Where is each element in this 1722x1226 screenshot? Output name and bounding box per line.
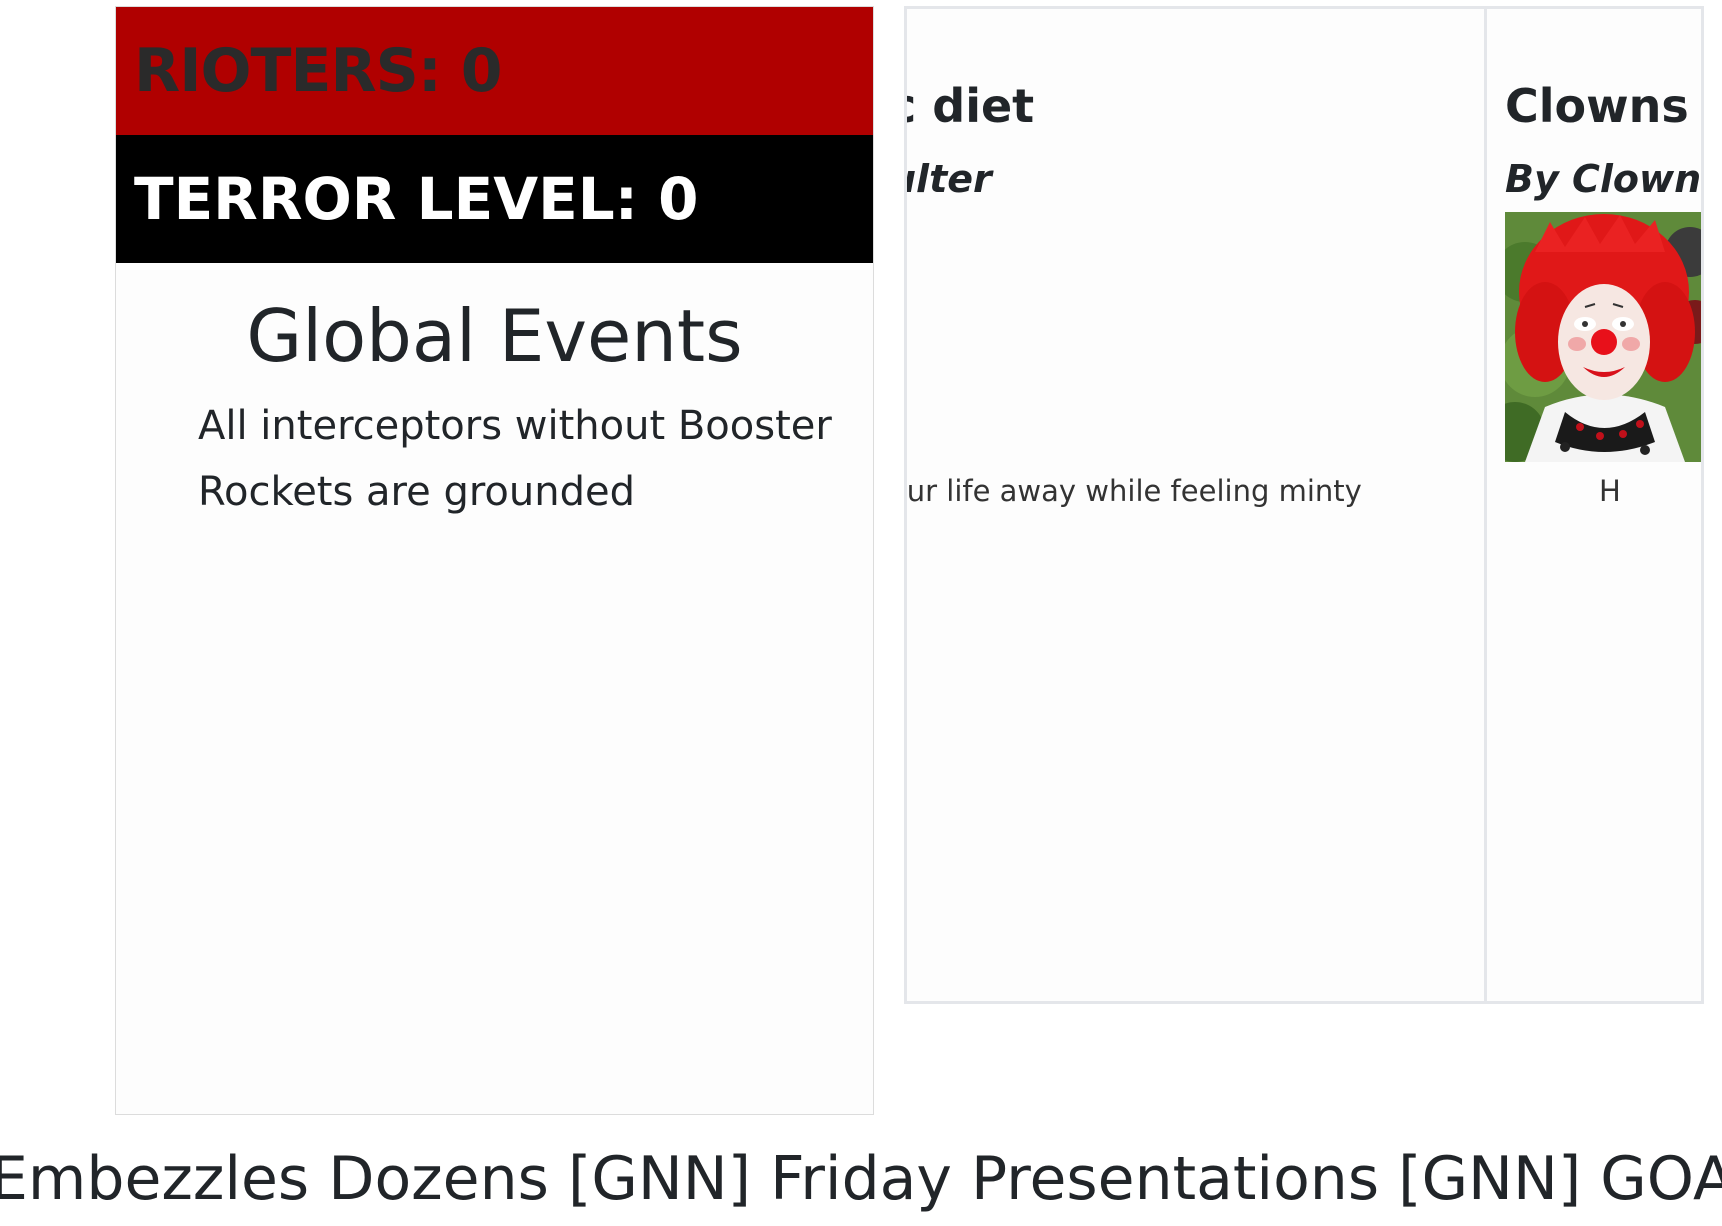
rioters-bar: RIOTERS: 0 <box>116 7 873 135</box>
status-panel: RIOTERS: 0 TERROR LEVEL: 0 Global Events… <box>115 6 874 1115</box>
news-card-caption: our life away while feeling minty <box>904 474 1362 508</box>
rioters-count: RIOTERS: 0 <box>134 36 502 106</box>
news-card[interactable]: c diet ulter our life away while feeling… <box>904 9 1484 1001</box>
news-card-author: By Clown T <box>1505 157 1702 201</box>
news-card-author: ulter <box>907 157 992 201</box>
news-carousel[interactable]: c diet ulter our life away while feeling… <box>904 6 1704 1004</box>
clown-photo <box>1505 212 1701 462</box>
news-card-title: Clowns A <box>1505 79 1701 133</box>
news-card-title: c diet <box>907 79 1035 133</box>
global-events-text: All interceptors without Booster Rockets… <box>198 403 832 515</box>
news-ticker-text: Embezzles Dozens [GNN] Friday Presentati… <box>0 1144 1722 1214</box>
news-card-caption: H <box>1599 474 1621 508</box>
terror-level: TERROR LEVEL: 0 <box>134 165 699 233</box>
news-ticker: Embezzles Dozens [GNN] Friday Presentati… <box>0 1136 1722 1222</box>
terror-level-bar: TERROR LEVEL: 0 <box>116 135 873 263</box>
game-screen: RIOTERS: 0 TERROR LEVEL: 0 Global Events… <box>0 0 1722 1226</box>
news-card[interactable]: Clowns A By Clown T <box>1484 9 1702 1001</box>
global-events-title: Global Events <box>246 294 743 378</box>
